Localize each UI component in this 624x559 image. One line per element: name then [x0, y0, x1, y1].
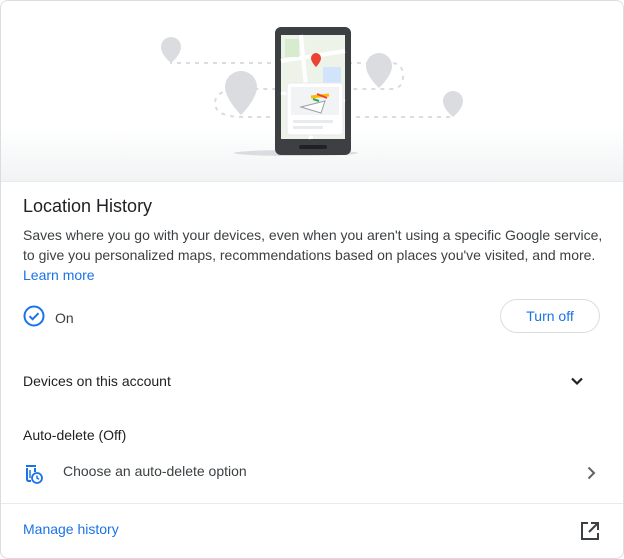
auto-delete-option-row[interactable]: Choose an auto-delete option — [1, 455, 623, 491]
description-text: Saves where you go with your devices, ev… — [23, 227, 603, 263]
section-title: Location History — [23, 196, 153, 216]
location-history-card: Location History Saves where you go with… — [0, 0, 624, 559]
divider — [1, 503, 623, 504]
auto-delete-option-label: Choose an auto-delete option — [63, 463, 247, 479]
manage-history-link[interactable]: Manage history — [23, 521, 119, 537]
check-circle-icon — [23, 305, 45, 332]
open-in-new-icon[interactable] — [579, 520, 601, 547]
auto-delete-title: Auto-delete (Off) — [23, 427, 127, 443]
learn-more-link[interactable]: Learn more — [23, 267, 95, 283]
chevron-down-icon — [567, 371, 587, 396]
devices-label: Devices on this account — [23, 373, 171, 389]
status-label: On — [55, 310, 74, 326]
status-indicator: On — [23, 305, 74, 332]
section-description: Saves where you go with your devices, ev… — [23, 225, 603, 285]
auto-delete-icon — [23, 463, 45, 490]
devices-expander[interactable]: Devices on this account — [1, 363, 623, 399]
chevron-right-icon — [581, 463, 601, 488]
hero-illustration — [1, 1, 623, 182]
turn-off-button[interactable]: Turn off — [500, 299, 600, 333]
phone-map-illustration — [161, 27, 463, 156]
